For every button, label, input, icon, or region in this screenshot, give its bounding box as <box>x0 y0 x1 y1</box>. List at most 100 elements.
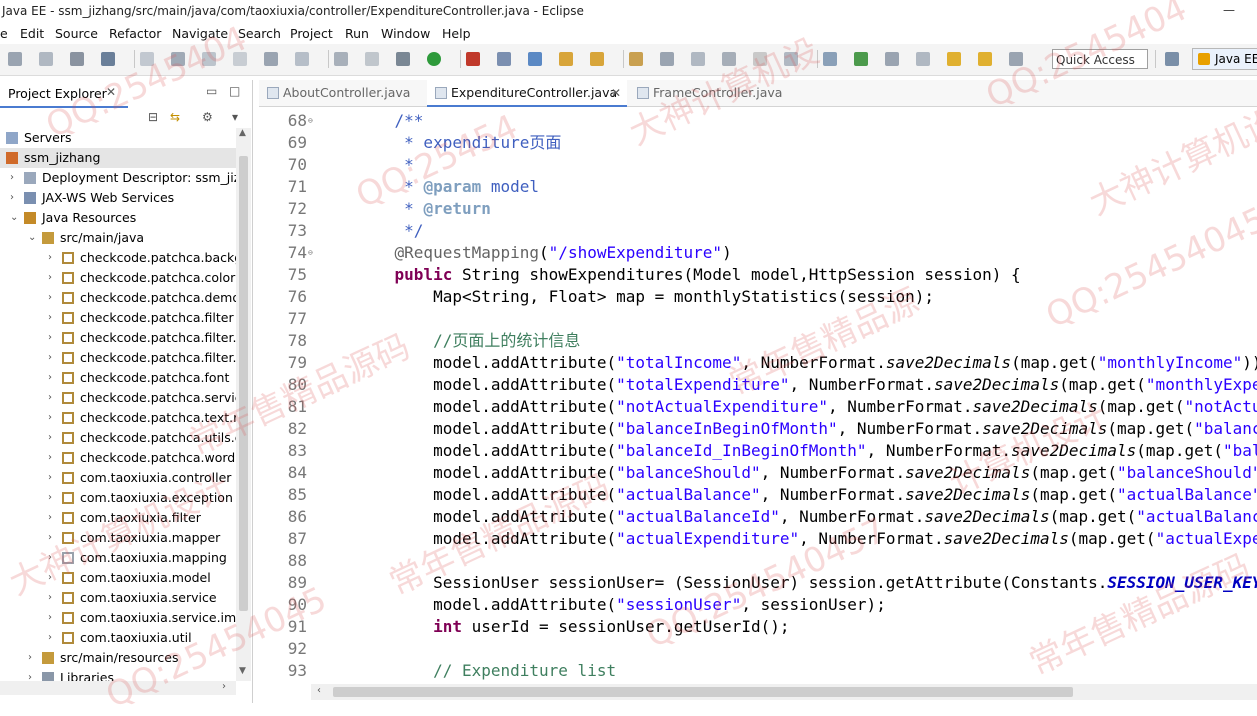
code-line[interactable]: * <box>356 154 414 176</box>
code-area[interactable]: 68 ⊖ /** 69 * expenditure页面 70 * 71 * @param… <box>259 106 1257 684</box>
expand-chevron-icon[interactable]: › <box>48 468 52 488</box>
toolbar-tool-icon[interactable] <box>916 52 930 66</box>
code-line[interactable]: model.addAttribute("totalIncome", Number… <box>356 352 1257 374</box>
tree-item[interactable]: › Deployment Descriptor: ssm_jizh <box>0 168 236 188</box>
toolbar-tool-icon[interactable] <box>39 52 53 66</box>
toolbar-tool-icon[interactable] <box>334 52 348 66</box>
code-line[interactable]: model.addAttribute("actualBalance", Numb… <box>356 484 1257 506</box>
tree-item[interactable]: › com.taoxiuxia.service <box>0 588 236 608</box>
expand-chevron-icon[interactable]: › <box>48 548 52 568</box>
expand-chevron-icon[interactable]: › <box>48 368 52 388</box>
expand-chevron-icon[interactable]: › <box>48 328 52 348</box>
expand-chevron-icon[interactable]: › <box>48 508 52 528</box>
scroll-right-icon[interactable]: › <box>222 681 226 692</box>
code-line[interactable]: Map<String, Float> map = monthlyStatisti… <box>356 286 934 308</box>
tree-item[interactable]: › checkcode.patchca.font <box>0 368 236 388</box>
tab-frame-controller[interactable]: FrameController.java <box>629 80 795 106</box>
code-line[interactable]: SessionUser sessionUser= (SessionUser) s… <box>356 572 1257 594</box>
code-line[interactable]: public String showExpenditures(Model mod… <box>356 264 1021 286</box>
code-line[interactable]: @RequestMapping("/showExpenditure") <box>356 242 732 264</box>
expand-chevron-icon[interactable]: › <box>48 388 52 408</box>
code-line[interactable]: int userId = sessionUser.getUserId(); <box>356 616 789 638</box>
toolbar-tool-icon[interactable] <box>660 52 674 66</box>
tree-item[interactable]: › checkcode.patchca.filter.p <box>0 348 236 368</box>
tree-item[interactable]: › checkcode.patchca.filter <box>0 308 236 328</box>
menu-navigate[interactable]: Navigate <box>172 26 228 41</box>
tree-item[interactable]: › checkcode.patchca.text.re <box>0 408 236 428</box>
expand-chevron-icon[interactable]: ⌄ <box>28 228 36 248</box>
expand-chevron-icon[interactable]: › <box>48 488 52 508</box>
tree-item[interactable]: › checkcode.patchca.demo <box>0 288 236 308</box>
expand-chevron-icon[interactable]: › <box>48 628 52 648</box>
tree-item[interactable]: › com.taoxiuxia.mapper <box>0 528 236 548</box>
tree-item[interactable]: › com.taoxiuxia.util <box>0 628 236 648</box>
tab-expenditure-controller[interactable]: ExpenditureController.java ✕ <box>427 80 627 107</box>
expand-chevron-icon[interactable]: › <box>28 648 32 668</box>
menu-help[interactable]: Help <box>442 26 471 41</box>
expand-chevron-icon[interactable]: › <box>48 568 52 588</box>
tree-item[interactable]: › com.taoxiuxia.service.impl <box>0 608 236 628</box>
tree-item[interactable]: › checkcode.patchca.backg <box>0 248 236 268</box>
code-line[interactable]: //页面上的统计信息 <box>356 330 580 352</box>
fold-toggle-icon[interactable]: ⊖ <box>308 110 313 132</box>
toolbar-tool-icon[interactable] <box>947 52 961 66</box>
view-menu-icon[interactable]: ▾ <box>232 110 238 124</box>
open-perspective-icon[interactable] <box>1165 52 1179 66</box>
tab-about-controller[interactable]: AboutController.java <box>259 80 425 106</box>
toolbar-tool-icon[interactable] <box>590 52 604 66</box>
tree-item[interactable]: ssm_jizhang <box>0 148 236 168</box>
expand-chevron-icon[interactable]: › <box>48 428 52 448</box>
code-line[interactable]: model.addAttribute("balanceShould", Numb… <box>356 462 1257 484</box>
menu-refactor[interactable]: Refactor <box>109 26 161 41</box>
expand-chevron-icon[interactable]: › <box>48 288 52 308</box>
scroll-left-icon[interactable]: ‹ <box>317 685 321 696</box>
code-line[interactable]: model.addAttribute("totalExpenditure", N… <box>356 374 1257 396</box>
tree-item[interactable]: › JAX-WS Web Services <box>0 188 236 208</box>
code-line[interactable]: // Expenditure list <box>356 660 616 682</box>
tree-item[interactable]: › checkcode.patchca.word <box>0 448 236 468</box>
tree-item[interactable]: › Libraries <box>0 668 236 681</box>
toolbar-tool-icon[interactable] <box>466 52 480 66</box>
explorer-horizontal-scrollbar[interactable]: › <box>0 681 236 695</box>
toolbar-tool-icon[interactable] <box>691 52 705 66</box>
toolbar-tool-icon[interactable] <box>171 52 185 66</box>
code-line[interactable]: model.addAttribute("actualBalanceId", Nu… <box>356 506 1257 528</box>
tree-item[interactable]: › checkcode.patchca.service <box>0 388 236 408</box>
project-explorer-tab[interactable]: Project Explorer ✕ <box>0 80 128 108</box>
menu-search[interactable]: Search <box>238 26 281 41</box>
tree-item[interactable]: › checkcode.patchca.filter.lil <box>0 328 236 348</box>
explorer-vertical-scrollbar[interactable]: ▲ ▼ <box>236 128 251 681</box>
expand-chevron-icon[interactable]: › <box>48 588 52 608</box>
toolbar-tool-icon[interactable] <box>295 52 309 66</box>
quick-access-input[interactable]: Quick Access <box>1052 49 1148 69</box>
toolbar-tool-icon[interactable] <box>559 52 573 66</box>
tree-item[interactable]: ⌄ src/main/java <box>0 228 236 248</box>
menu-source[interactable]: Source <box>55 26 98 41</box>
code-line[interactable]: * expenditure页面 <box>356 132 561 154</box>
expand-chevron-icon[interactable]: › <box>48 348 52 368</box>
perspective-java-ee[interactable]: Java EE <box>1192 48 1257 70</box>
toolbar-tool-icon[interactable] <box>885 52 899 66</box>
menu-run[interactable]: Run <box>345 26 369 41</box>
menu-file[interactable]: e <box>0 26 8 41</box>
expand-chevron-icon[interactable]: › <box>48 528 52 548</box>
toolbar-tool-icon[interactable] <box>70 52 84 66</box>
expand-chevron-icon[interactable]: › <box>48 408 52 428</box>
toolbar-tool-icon[interactable] <box>8 52 22 66</box>
expand-chevron-icon[interactable]: › <box>48 268 52 288</box>
code-line[interactable]: model.addAttribute("actualExpenditure", … <box>356 528 1257 550</box>
tree-item[interactable]: Servers <box>0 128 236 148</box>
toolbar-tool-icon[interactable] <box>854 52 868 66</box>
toolbar-tool-icon[interactable] <box>629 52 643 66</box>
expand-chevron-icon[interactable]: › <box>48 308 52 328</box>
toolbar-tool-icon[interactable] <box>202 52 216 66</box>
toolbar-tool-icon[interactable] <box>396 52 410 66</box>
expand-chevron-icon[interactable]: ⌄ <box>10 208 18 228</box>
toolbar-tool-icon[interactable] <box>784 52 798 66</box>
toolbar-tool-icon[interactable] <box>233 52 247 66</box>
expand-chevron-icon[interactable]: › <box>48 608 52 628</box>
scroll-thumb[interactable] <box>333 687 1073 697</box>
expand-chevron-icon[interactable]: › <box>10 188 14 208</box>
editor-horizontal-scrollbar[interactable]: ‹ <box>311 684 1257 700</box>
tree-item[interactable]: › com.taoxiuxia.model <box>0 568 236 588</box>
